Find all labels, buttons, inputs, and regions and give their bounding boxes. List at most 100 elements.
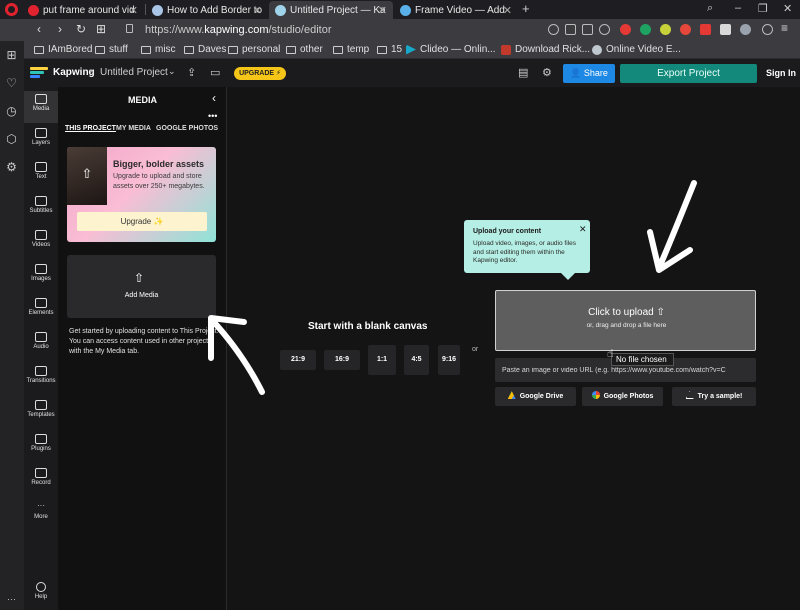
bookmark-misc[interactable]: misc (141, 44, 176, 55)
rail-item-plugins[interactable]: Plugins (24, 431, 58, 463)
caption-icon[interactable]: ▭ (210, 66, 220, 79)
rail-item-templates[interactable]: Templates (24, 397, 58, 429)
share-button[interactable]: 👤 Share (563, 64, 615, 83)
back-icon[interactable]: ‹ (37, 22, 41, 36)
profile-avatar-icon[interactable] (740, 24, 751, 35)
ratio-21-9-button[interactable]: 21:9 (280, 350, 316, 370)
ratio-16-9-button[interactable]: 16:9 (324, 350, 360, 370)
browser-tab-bar: put frame around vid ✕ How to Add Border… (0, 0, 800, 19)
more-options-icon[interactable]: ••• (208, 111, 217, 121)
tab-put-frame[interactable]: put frame around vid ✕ (22, 1, 144, 19)
media-icon (35, 94, 47, 104)
tab-untitled-project[interactable]: Untitled Project — Ka ✕ (269, 1, 393, 19)
bookmark-stuff[interactable]: stuff (95, 44, 128, 55)
bookmark-15[interactable]: 15 (377, 44, 402, 55)
sign-in-link[interactable]: Sign In (766, 68, 796, 78)
tab-google-photos[interactable]: GOOGLE PHOTOS (156, 125, 218, 132)
bookmark-heart-icon[interactable] (599, 24, 610, 35)
kapwing-logo-icon[interactable] (30, 67, 48, 79)
rail-item-more[interactable]: ··· More (24, 499, 58, 531)
upload-tooltip: Upload your content ✕ Upload video, imag… (464, 220, 590, 280)
opera-logo-icon[interactable] (5, 3, 18, 16)
close-tab-icon[interactable]: ✕ (129, 4, 138, 17)
extensions-cube-icon[interactable]: ⬡ (5, 133, 18, 146)
bookmark-download-rick[interactable]: Download Rick... (501, 44, 590, 55)
bookmark-iambored[interactable]: IAmBored (34, 44, 92, 55)
rail-item-record[interactable]: Record (24, 465, 58, 497)
tab-how-to-add-border[interactable]: How to Add Border to ✕ (146, 1, 268, 19)
media-info-text: Get started by uploading content to This… (69, 328, 219, 355)
extension-adblock-icon[interactable] (700, 24, 711, 35)
project-title[interactable]: Untitled Project (100, 67, 168, 78)
close-window-icon[interactable]: ✕ (783, 2, 792, 15)
menu-icon[interactable]: ≡ (781, 21, 788, 35)
restore-icon[interactable]: ❐ (758, 2, 768, 15)
lock-icon[interactable] (126, 24, 133, 33)
rail-item-media[interactable]: Media (24, 91, 58, 123)
rail-item-audio[interactable]: Audio (24, 329, 58, 361)
new-tab-button[interactable]: + (522, 1, 530, 16)
bookmarks-heart-icon[interactable]: ♡ (5, 77, 18, 90)
media-panel-title: MEDIA (128, 95, 157, 105)
close-tab-icon[interactable]: ✕ (253, 4, 262, 17)
ratio-1-1-button[interactable]: 1:1 (368, 345, 396, 375)
emoji-icon[interactable] (548, 24, 559, 35)
download-icon[interactable] (762, 24, 773, 35)
speed-dial-icon[interactable]: ⊞ (5, 49, 18, 62)
rail-item-subtitles[interactable]: Subtitles (24, 193, 58, 225)
forward-icon[interactable]: › (58, 22, 62, 36)
sidebar-more-icon[interactable]: ··· (5, 593, 18, 606)
minimize-icon[interactable]: – (735, 2, 741, 14)
ratio-9-16-button[interactable]: 9:16 (438, 345, 460, 375)
settings-gear-icon[interactable]: ⚙ (542, 66, 552, 79)
history-clock-icon[interactable]: ◷ (5, 105, 18, 118)
upgrade-button[interactable]: UPGRADE ⚡ (234, 67, 286, 80)
rail-item-elements[interactable]: Elements (24, 295, 58, 327)
extension-grammarly-icon[interactable] (640, 24, 651, 35)
settings-gear-icon[interactable]: ⚙ (5, 161, 18, 174)
project-dropdown-icon[interactable]: ⌄ (168, 66, 176, 77)
elements-icon (35, 298, 47, 308)
extension-grey-icon[interactable] (720, 24, 731, 35)
rail-item-layers[interactable]: Layers (24, 125, 58, 157)
bookmark-clideo[interactable]: Clideo — Onlin... (406, 44, 496, 55)
try-sample-button[interactable]: Try a sample! (672, 387, 756, 406)
page-favicon-icon (152, 4, 163, 16)
comments-icon[interactable]: ▤ (518, 66, 528, 79)
export-project-button[interactable]: Export Project (620, 64, 757, 83)
ratio-4-5-button[interactable]: 4:5 (404, 345, 429, 375)
close-tab-icon[interactable]: ✕ (378, 4, 387, 17)
bookmark-temp[interactable]: temp (333, 44, 369, 55)
click-to-upload-area[interactable]: Click to upload ⇧ or, drag and drop a fi… (495, 290, 756, 351)
add-media-button[interactable]: ⇧ Add Media (67, 255, 216, 318)
tab-frame-video[interactable]: Frame Video — Add ✕ (394, 1, 518, 19)
extension-red-icon[interactable] (620, 24, 631, 35)
extension-orange-icon[interactable] (680, 24, 691, 35)
reload-icon[interactable]: ↻ (76, 22, 86, 36)
close-tab-icon[interactable]: ✕ (503, 4, 512, 17)
rail-item-images[interactable]: Images (24, 261, 58, 293)
bookmark-online-video[interactable]: Online Video E... (592, 44, 681, 55)
collapse-panel-icon[interactable]: ‹ (212, 91, 216, 105)
tooltip-close-icon[interactable]: ✕ (579, 224, 587, 235)
rail-item-help[interactable]: Help (24, 579, 58, 610)
bookmark-daves[interactable]: Daves (184, 44, 226, 55)
rail-item-videos[interactable]: Videos (24, 227, 58, 259)
kapwing-favicon-icon (275, 4, 286, 16)
speed-dial-icon[interactable]: ⊞ (96, 22, 106, 36)
google-photos-button[interactable]: Google Photos (582, 387, 663, 406)
tab-my-media[interactable]: MY MEDIA (116, 125, 151, 132)
rail-item-transitions[interactable]: Transitions (24, 363, 58, 395)
extension-green-icon[interactable] (660, 24, 671, 35)
camera-icon[interactable] (565, 24, 576, 35)
url-field[interactable]: https://www.kapwing.com/studio/editor (145, 24, 331, 36)
promo-upgrade-button[interactable]: Upgrade ✨ (77, 212, 207, 231)
bookmark-other[interactable]: other (286, 44, 323, 55)
bookmark-personal[interactable]: personal (228, 44, 280, 55)
snapshot-icon[interactable] (582, 24, 593, 35)
export-upload-icon[interactable]: ⇪ (187, 66, 196, 79)
tab-this-project[interactable]: THIS PROJECT (65, 125, 116, 132)
tab-search-icon[interactable]: ⌕ (707, 2, 713, 15)
rail-item-text[interactable]: Text (24, 159, 58, 191)
google-drive-button[interactable]: Google Drive (495, 387, 576, 406)
